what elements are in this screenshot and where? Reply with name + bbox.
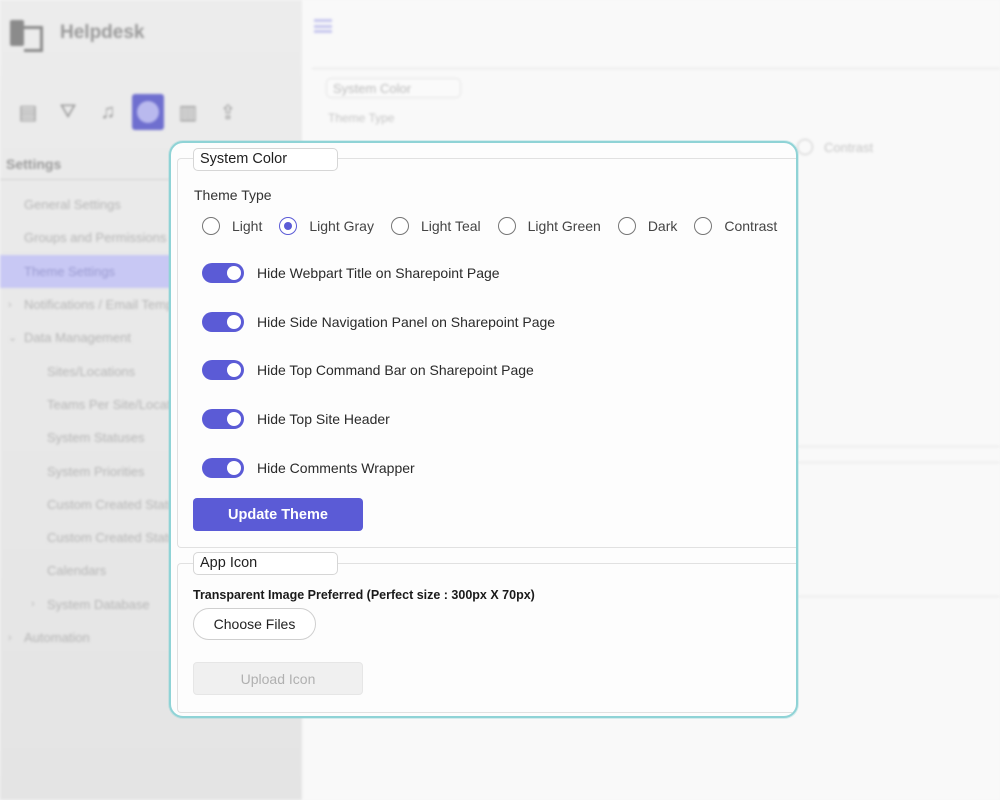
theme-option-label: Light Teal [420, 218, 481, 234]
toggle-switch[interactable] [202, 458, 244, 478]
bg-system-color-legend: System Color [326, 78, 461, 98]
theme-option-label: Light Gray [309, 218, 374, 234]
divider [798, 596, 1000, 597]
toggle-row: Hide Top Site Header [202, 409, 390, 429]
bg-theme-type-label: Theme Type [328, 111, 395, 125]
sidebar-item-label: Theme Settings [24, 263, 116, 279]
toggle-switch[interactable] [202, 263, 244, 283]
helpdesk-logo-icon [10, 18, 43, 52]
theme-option[interactable]: Dark [617, 217, 678, 235]
palette-icon[interactable] [132, 94, 164, 130]
sidebar-item-label: Calendars [47, 563, 107, 579]
toggle-label: Hide Comments Wrapper [257, 460, 415, 476]
toggle-switch[interactable] [202, 409, 244, 429]
app-name: Helpdesk [60, 22, 145, 43]
app-icon-legend: App Icon [193, 552, 338, 575]
toggle-label: Hide Side Navigation Panel on Sharepoint… [257, 314, 556, 330]
settings-heading: Settings [6, 156, 62, 172]
theme-type-label: Theme Type [194, 187, 272, 203]
sidebar-item-label: General Settings [24, 197, 121, 213]
toggle-switch[interactable] [202, 312, 244, 332]
toggle-label: Hide Top Site Header [257, 411, 390, 427]
sidebar-item-label: System Statuses [47, 430, 145, 446]
radio-button[interactable] [694, 217, 713, 235]
theme-settings-card: System Color Theme Type Light Light Gray L… [169, 141, 798, 718]
theme-option[interactable]: Light Green [497, 217, 601, 235]
toggle-row: Hide Webpart Title on Sharepoint Page [202, 263, 500, 283]
toggle-row: Hide Side Navigation Panel on Sharepoint… [202, 312, 555, 332]
share-icon[interactable]: ⇪ [212, 94, 244, 130]
divider [798, 446, 1000, 447]
toggle-label: Hide Webpart Title on Sharepoint Page [257, 265, 500, 281]
bell-icon[interactable]: ♫ [92, 94, 124, 130]
sidebar-item-label: Teams Per Site/Location [47, 396, 188, 412]
toggle-row: Hide Top Command Bar on Sharepoint Page [202, 360, 534, 380]
sidebar-item-label: Sites/Locations [47, 363, 136, 379]
image-size-hint: Transparent Image Preferred (Perfect siz… [193, 588, 535, 602]
brand: Helpdesk [10, 18, 145, 52]
theme-option-label: Light Green [527, 218, 601, 234]
filter-icon[interactable]: ⛛ [52, 94, 84, 130]
toggle-label: Hide Top Command Bar on Sharepoint Page [257, 362, 534, 378]
radio-button[interactable] [497, 217, 516, 235]
sidebar-item-label: System Priorities [47, 463, 145, 479]
toggle-switch[interactable] [202, 360, 244, 380]
bg-contrast-label: Contrast [824, 140, 874, 155]
sidebar-item-label: System Database [47, 596, 150, 612]
update-theme-button[interactable]: Update Theme [193, 498, 363, 531]
upload-icon-button: Upload Icon [193, 662, 363, 695]
sidebar-item-label: Groups and Permissions [24, 230, 167, 246]
system-color-legend: System Color [193, 148, 338, 171]
theme-option-label: Contrast [724, 218, 778, 234]
theme-option[interactable]: Light Gray [279, 217, 374, 235]
theme-option[interactable]: Light Teal [390, 217, 481, 235]
sidebar-item-label: Data Management [24, 330, 131, 346]
choose-files-button[interactable]: Choose Files [193, 608, 316, 640]
theme-option-label: Light [232, 218, 263, 234]
theme-type-radio-group: Light Light Gray Light Teal Light Green Dark… [202, 217, 794, 235]
list-icon[interactable]: ▤ [12, 94, 44, 130]
divider [0, 179, 170, 180]
radio-button[interactable] [202, 217, 220, 235]
radio-button[interactable] [390, 217, 409, 235]
chart-icon[interactable]: ▥ [172, 94, 204, 130]
sidebar-icon-bar: ▤ ⛛ ♫ ▥ ⇪ [12, 94, 244, 130]
toggle-row: Hide Comments Wrapper [202, 458, 415, 478]
hamburger-menu-icon[interactable] [314, 19, 332, 33]
theme-option[interactable]: Light [202, 217, 262, 235]
sidebar-item-label: Automation [24, 630, 90, 645]
theme-option-label: Dark [647, 218, 678, 234]
divider [798, 462, 1000, 463]
radio-button[interactable] [279, 217, 298, 235]
bg-contrast-radio[interactable] [797, 139, 813, 155]
theme-option[interactable]: Contrast [694, 217, 777, 235]
radio-button[interactable] [617, 217, 636, 235]
